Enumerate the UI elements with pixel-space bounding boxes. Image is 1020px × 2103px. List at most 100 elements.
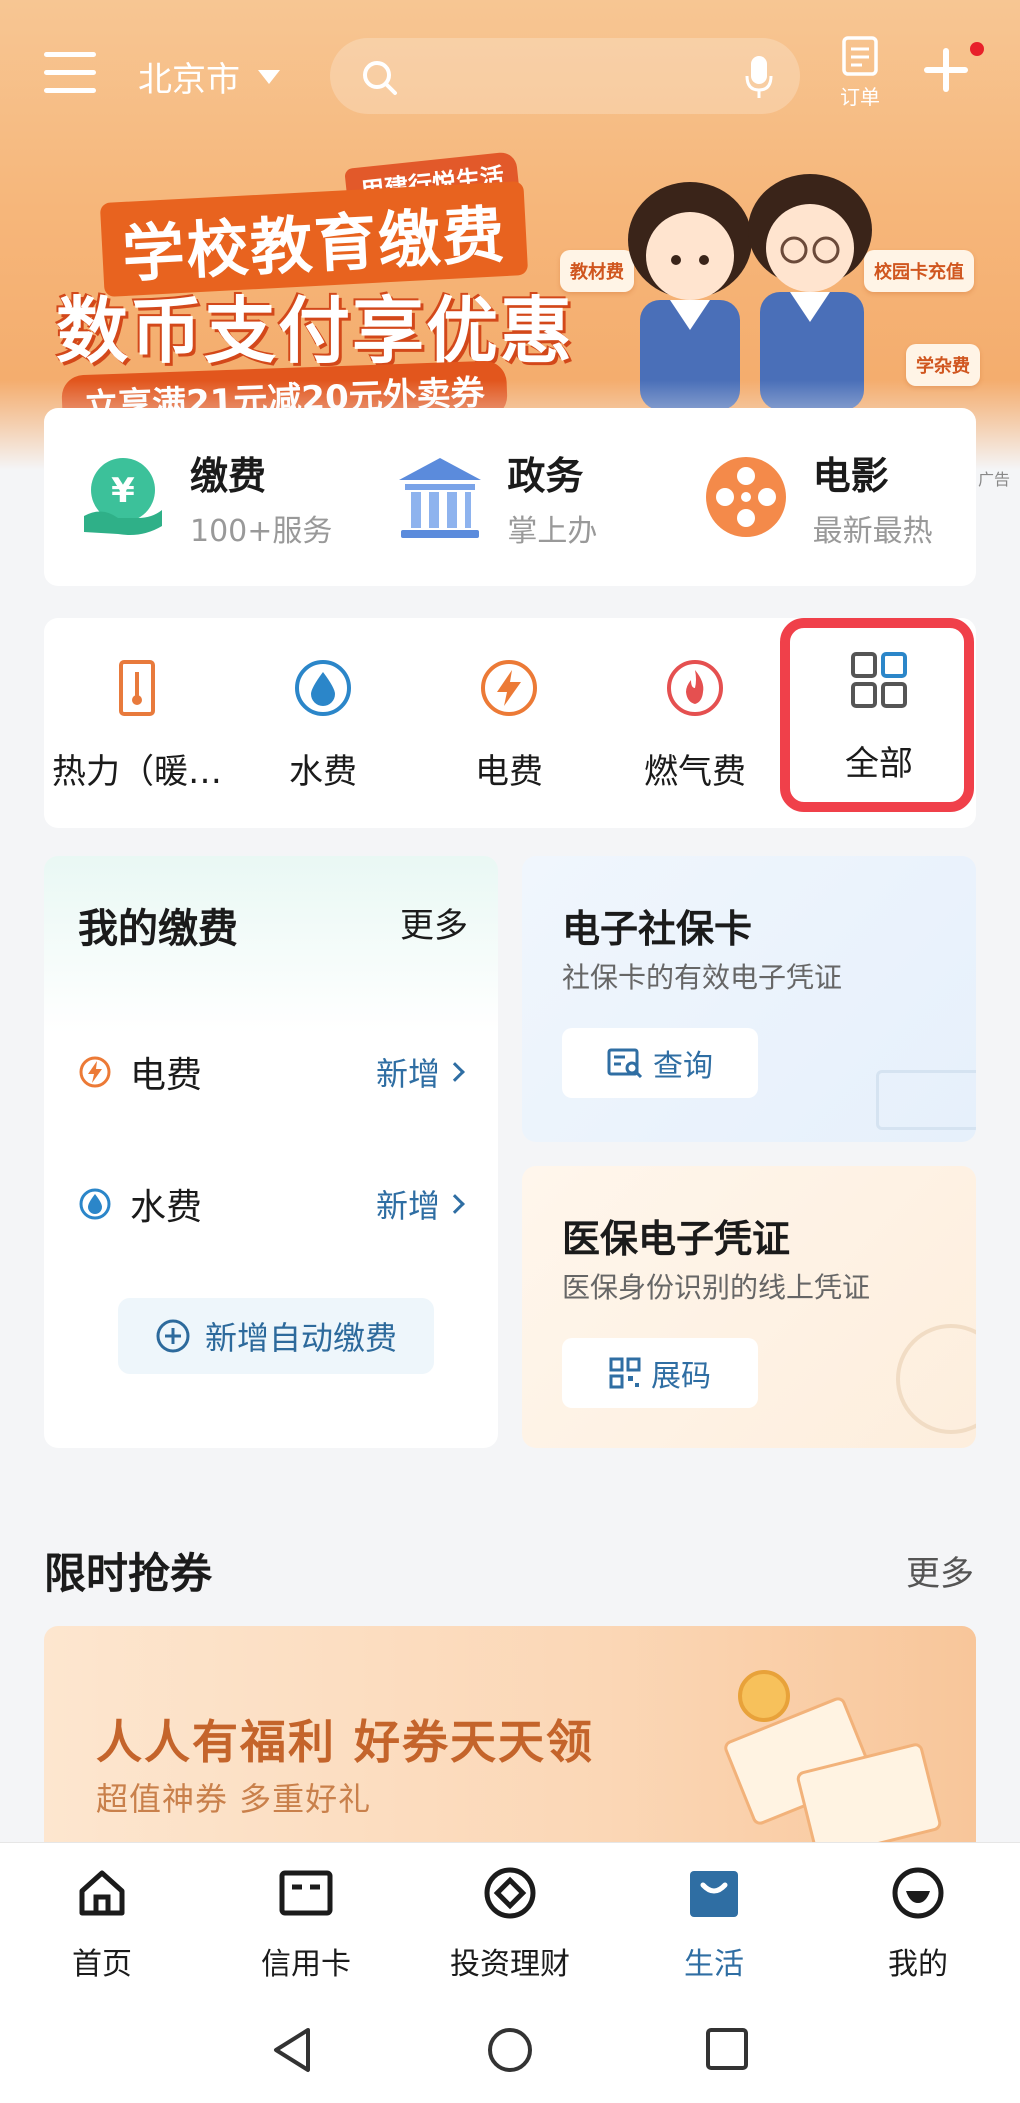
city-label: 北京市 [138, 60, 240, 100]
service-subtitle: 100+服务 [190, 513, 333, 549]
utility-gas[interactable]: 燃气费 [602, 658, 788, 793]
utility-label: 全部 [845, 744, 913, 784]
system-navigation-bar [0, 1994, 1020, 2103]
payment-icon: ¥ [84, 458, 162, 535]
coupon-banner-subtitle: 超值神券 多重好礼 [96, 1780, 372, 1818]
utility-label: 燃气费 [644, 752, 746, 792]
microphone-icon[interactable] [744, 54, 774, 100]
students-illustration [628, 174, 872, 410]
utility-label: 水费 [289, 752, 357, 792]
payment-row-electricity[interactable]: 电费 新增 [78, 1042, 468, 1102]
order-list-icon [842, 36, 878, 76]
water-drop-icon [295, 660, 351, 716]
caret-down-icon [258, 69, 280, 84]
social-card-title: 电子社保卡 [562, 907, 753, 951]
recent-apps-square-icon[interactable] [704, 2026, 750, 2072]
card-decoration [876, 1070, 976, 1130]
back-triangle-icon[interactable] [270, 2026, 314, 2074]
social-query-label: 查询 [653, 1049, 713, 1084]
investment-icon [484, 1867, 536, 1919]
utility-heating[interactable]: 热力（暖… [44, 658, 230, 793]
plus-icon[interactable] [918, 42, 974, 98]
service-title: 电影 [812, 453, 889, 498]
city-selector[interactable]: 北京市 [138, 52, 280, 101]
profile-icon [892, 1867, 944, 1919]
search-card-icon [607, 1048, 643, 1078]
home-icon [79, 1870, 125, 1916]
social-query-button[interactable]: 查询 [562, 1028, 758, 1098]
order-button[interactable]: 订单 [834, 36, 886, 110]
bottom-tab-bar: 首页 信用卡 投资理财 生活 我的 [0, 1842, 1020, 1994]
chevron-right-icon [445, 1062, 465, 1082]
tab-credit-card[interactable]: 信用卡 [204, 1843, 408, 1994]
promo-title: 数币支付享优惠 [56, 289, 575, 373]
social-security-card[interactable]: 电子社保卡 社保卡的有效电子凭证 查询 [522, 856, 976, 1142]
tab-label: 投资理财 [450, 1947, 570, 1982]
chip-misc-fee: 学杂费 [906, 344, 980, 386]
payment-name: 水费 [130, 1187, 203, 1228]
my-payments-card: 我的缴费 更多 电费 新增 水费 新增 新增自动缴费 [44, 856, 498, 1448]
tab-home[interactable]: 首页 [0, 1843, 204, 1994]
service-payment[interactable]: ¥ 缴费 100+服务 [44, 408, 353, 586]
service-title: 政务 [507, 453, 584, 498]
my-payments-more-link[interactable]: 更多 [400, 898, 468, 947]
utility-all[interactable]: 全部 [786, 650, 972, 785]
medical-show-code-button[interactable]: 展码 [562, 1338, 758, 1408]
utility-label: 热力（暖… [52, 752, 222, 792]
credit-card-icon [279, 1870, 333, 1916]
coupon-banner[interactable]: 人人有福利 好券天天领 超值神券 多重好礼 [44, 1626, 976, 1846]
life-icon [690, 1871, 738, 1917]
qr-code-icon [609, 1357, 641, 1389]
payment-row-water[interactable]: 水费 新增 [78, 1174, 468, 1234]
utility-water[interactable]: 水费 [230, 658, 416, 793]
search-bar[interactable] [330, 38, 800, 114]
service-subtitle: 最新最热 [812, 513, 933, 549]
chevron-right-icon [445, 1194, 465, 1214]
service-movie[interactable]: 电影 最新最热 [671, 408, 976, 586]
film-reel-icon [705, 457, 786, 537]
payment-add-link[interactable]: 新增 [376, 1181, 440, 1227]
tab-label: 生活 [684, 1947, 744, 1982]
coupon-more-link[interactable]: 更多 [906, 1546, 974, 1595]
plus-circle-icon [156, 1319, 190, 1353]
lightning-icon [79, 1056, 111, 1088]
search-icon [363, 61, 397, 95]
medical-show-code-label: 展码 [651, 1359, 711, 1394]
order-label: 订单 [840, 85, 880, 109]
coupon-section-title: 限时抢券 [44, 1549, 213, 1598]
service-government[interactable]: 政务 掌上办 [353, 408, 670, 586]
tab-life[interactable]: 生活 [612, 1843, 816, 1994]
menu-icon[interactable] [44, 52, 96, 98]
service-title: 缴费 [190, 453, 267, 498]
quick-services: ¥ 缴费 100+服务 政务 掌上办 电影 最新最热 [44, 408, 976, 586]
svg-text:¥: ¥ [111, 471, 135, 511]
thermometer-icon [119, 660, 155, 716]
coupon-banner-headline: 人人有福利 好券天天领 [96, 1715, 595, 1769]
promo-banner[interactable]: 北京市 订单 用建行悦生活 学校教育缴费 数币支付享优惠 立享满21元减20元外… [0, 0, 1020, 470]
medical-insurance-card[interactable]: 医保电子凭证 医保身份识别的线上凭证 展码 [522, 1166, 976, 1448]
notification-dot [970, 42, 984, 56]
government-icon [399, 458, 482, 538]
medical-card-subtitle: 医保身份识别的线上凭证 [562, 1271, 871, 1304]
gold-coin-icon [738, 1670, 790, 1722]
payment-name: 电费 [130, 1055, 203, 1096]
ad-label: 广告 [978, 470, 1011, 489]
tab-label: 我的 [888, 1947, 948, 1982]
lightning-icon [481, 660, 537, 716]
utility-label: 电费 [475, 752, 543, 792]
medical-card-title: 医保电子凭证 [562, 1217, 791, 1261]
water-drop-icon [79, 1188, 111, 1220]
tab-label: 信用卡 [261, 1947, 351, 1982]
social-card-subtitle: 社保卡的有效电子凭证 [562, 961, 843, 994]
home-circle-icon[interactable] [486, 2026, 534, 2074]
payment-add-link[interactable]: 新增 [376, 1049, 440, 1095]
tab-investment[interactable]: 投资理财 [408, 1843, 612, 1994]
auto-pay-button[interactable]: 新增自动缴费 [118, 1298, 434, 1374]
service-subtitle: 掌上办 [507, 513, 598, 549]
auto-pay-label: 新增自动缴费 [204, 1319, 397, 1357]
utility-electricity[interactable]: 电费 [416, 658, 602, 793]
my-payments-title: 我的缴费 [78, 906, 238, 952]
top-bar: 北京市 订单 [0, 30, 1020, 120]
tab-profile[interactable]: 我的 [816, 1843, 1020, 1994]
grid-icon [851, 652, 907, 708]
